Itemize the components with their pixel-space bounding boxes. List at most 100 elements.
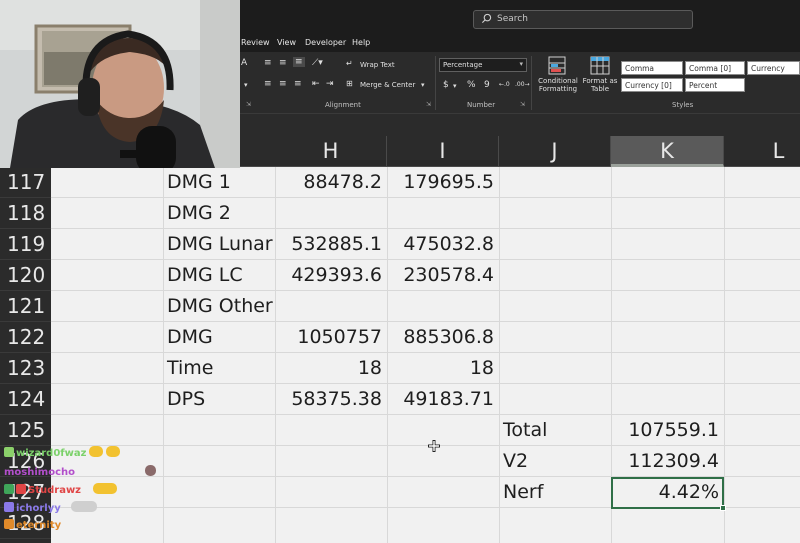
cell-i120[interactable]: 230578.4: [387, 260, 499, 291]
styles-group-label: Styles: [672, 101, 694, 109]
row-header[interactable]: 117: [0, 167, 51, 198]
tab-view[interactable]: View: [277, 38, 296, 47]
cell-g117[interactable]: DMG 1: [163, 167, 275, 198]
user-badge-icon: [4, 484, 14, 494]
cell-h120[interactable]: 429393.6: [275, 260, 387, 291]
cell-h122[interactable]: 1050757: [275, 322, 387, 353]
cell-g119[interactable]: DMG Lunar: [163, 229, 275, 260]
chat-message: ichorlyy: [4, 501, 97, 514]
row-header[interactable]: 118: [0, 198, 51, 229]
cell-j125[interactable]: Total: [499, 415, 611, 446]
style-percent[interactable]: Percent: [685, 78, 745, 92]
align-left-icon[interactable]: ≡: [264, 79, 272, 89]
chat-message: moshimocho: [4, 465, 156, 478]
align-middle-icon[interactable]: ≡: [279, 58, 287, 68]
row-header[interactable]: 119: [0, 229, 51, 260]
cell-g122[interactable]: DMG: [163, 322, 275, 353]
cell-j126[interactable]: V2: [499, 446, 611, 477]
format-as-table-button[interactable]: Format as Table: [580, 77, 620, 93]
streamer-webcam-image: [0, 0, 240, 168]
align-top-icon[interactable]: ≡: [264, 58, 272, 68]
tab-help[interactable]: Help: [352, 38, 370, 47]
cell-g118[interactable]: DMG 2: [163, 198, 275, 229]
number-format-value: Percentage: [443, 61, 483, 69]
number-format-select[interactable]: Percentage ▾: [439, 58, 527, 72]
cell-h123[interactable]: 18: [275, 353, 387, 384]
cell-g124[interactable]: DPS: [163, 384, 275, 415]
increase-indent-icon[interactable]: ⇥: [326, 79, 334, 89]
currency-button[interactable]: $: [443, 80, 449, 90]
alignment-launcher-icon[interactable]: ⇲: [426, 101, 431, 108]
cell-j127[interactable]: Nerf: [499, 477, 611, 508]
cell-i124[interactable]: 49183.71: [387, 384, 499, 415]
cursor-icon: [428, 440, 440, 452]
row-header[interactable]: 121: [0, 291, 51, 322]
conditional-formatting-button[interactable]: Conditional Formatting: [538, 77, 578, 93]
tab-review[interactable]: Review: [241, 38, 270, 47]
cell-g123[interactable]: Time: [163, 353, 275, 384]
user-badge-icon: [16, 484, 26, 494]
font-dropdown-icon[interactable]: ▾: [244, 81, 248, 89]
column-header-j[interactable]: J: [499, 136, 611, 167]
emote-icon: [106, 446, 121, 457]
active-cell-selection[interactable]: [611, 477, 726, 511]
cell-h119[interactable]: 532885.1: [275, 229, 387, 260]
cell-h124[interactable]: 58375.38: [275, 384, 387, 415]
emote-icon: [89, 446, 104, 457]
search-icon: [481, 13, 492, 24]
style-comma[interactable]: Comma: [621, 61, 683, 75]
chat-username: wizard0fwaz: [16, 448, 87, 459]
merge-center-icon: ⊞: [346, 79, 353, 88]
cell-k126[interactable]: 112309.4: [611, 446, 724, 477]
emote-icon: [145, 465, 156, 476]
row-header[interactable]: 123: [0, 353, 51, 384]
row-header[interactable]: 125: [0, 415, 51, 446]
column-header-l[interactable]: L: [724, 136, 800, 167]
stream-chat-overlay: wizard0fwaz moshimocho Studrawz ichorlyy…: [0, 443, 300, 543]
user-badge-icon: [4, 502, 14, 512]
cell-g120[interactable]: DMG LC: [163, 260, 275, 291]
search-placeholder: Search: [497, 14, 528, 24]
alignment-group-label: Alignment: [325, 101, 361, 109]
merge-dropdown-icon[interactable]: ▾: [421, 81, 425, 89]
cell-g121[interactable]: DMG Other: [163, 291, 293, 322]
number-launcher-icon[interactable]: ⇲: [520, 101, 525, 108]
align-center-icon[interactable]: ≡: [279, 79, 287, 89]
user-badge-icon: [4, 447, 14, 457]
decrease-indent-icon[interactable]: ⇤: [312, 79, 320, 89]
chat-username: Studrawz: [28, 485, 81, 496]
wrap-text-button[interactable]: Wrap Text: [360, 61, 395, 69]
chevron-down-icon: ▾: [519, 60, 523, 68]
column-header-i[interactable]: I: [387, 136, 499, 167]
row-header[interactable]: 120: [0, 260, 51, 291]
font-launcher-icon[interactable]: ⇲: [246, 101, 251, 108]
cell-i117[interactable]: 179695.5: [387, 167, 499, 198]
increase-decimal-icon[interactable]: ←.0: [499, 81, 510, 89]
comma-style-button[interactable]: 9: [484, 80, 490, 90]
tab-developer[interactable]: Developer: [305, 38, 346, 47]
fill-handle[interactable]: [720, 505, 726, 511]
column-header-h[interactable]: H: [275, 136, 387, 167]
currency-dropdown-icon[interactable]: ▾: [453, 82, 457, 90]
search-box[interactable]: Search: [473, 10, 693, 29]
cell-i122[interactable]: 885306.8: [387, 322, 499, 353]
cell-k125[interactable]: 107559.1: [611, 415, 724, 446]
cell-h117[interactable]: 88478.2: [275, 167, 387, 198]
decrease-decimal-icon[interactable]: .00→: [515, 81, 530, 89]
column-header-k[interactable]: K: [611, 136, 724, 167]
wrap-text-icon: ↵: [346, 59, 353, 68]
emote-icon: [70, 501, 97, 512]
merge-center-button[interactable]: Merge & Center: [360, 81, 415, 89]
align-right-icon[interactable]: ≡: [294, 79, 302, 89]
font-size-up-icon[interactable]: A: [241, 58, 247, 68]
cell-i123[interactable]: 18: [387, 353, 499, 384]
percent-button[interactable]: %: [467, 80, 476, 90]
row-header[interactable]: 124: [0, 384, 51, 415]
style-currency[interactable]: Currency: [747, 61, 800, 75]
cell-i119[interactable]: 475032.8: [387, 229, 499, 260]
orientation-icon[interactable]: ⟋▾: [312, 58, 323, 68]
style-comma-0[interactable]: Comma [0]: [685, 61, 745, 75]
row-header[interactable]: 122: [0, 322, 51, 353]
align-bottom-icon[interactable]: ≡: [293, 57, 305, 67]
style-currency-0[interactable]: Currency [0]: [621, 78, 683, 92]
